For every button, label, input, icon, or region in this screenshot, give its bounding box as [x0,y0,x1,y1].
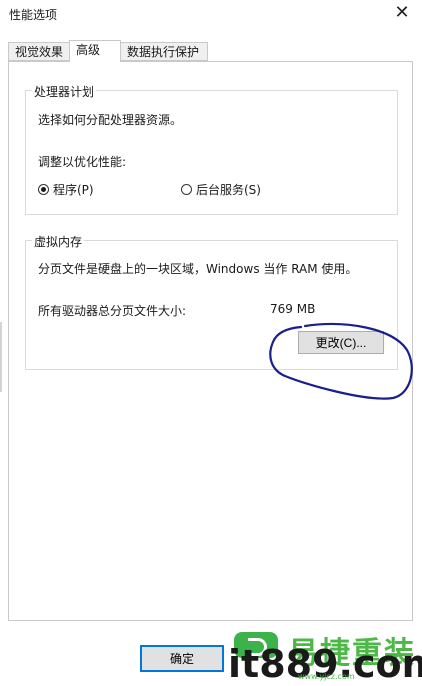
virtual-memory-description: 分页文件是硬盘上的一块区域，Windows 当作 RAM 使用。 [38,262,358,276]
processor-scheduling-group: 处理器计划 选择如何分配处理器资源。 调整以优化性能: 程序(P) 后台服务(S… [25,83,398,215]
total-paging-size-value: 769 MB [270,302,316,316]
watermark: 易捷重装 it889.com www.yjcz.com [228,628,422,686]
tab-visual-effects[interactable]: 视觉效果 [8,42,70,61]
radio-background-services-indicator [181,184,192,195]
window-title: 性能选项 [9,8,58,22]
radio-programs-label: 程序(P) [53,183,94,197]
left-edge-scrollbar [0,322,2,392]
processor-scheduling-legend: 处理器计划 [32,83,97,100]
radio-programs[interactable]: 程序(P) [38,181,94,198]
total-paging-size-label: 所有驱动器总分页文件大小: [38,304,187,318]
processor-description: 选择如何分配处理器资源。 [38,113,183,127]
radio-background-services-label: 后台服务(S) [196,183,261,197]
virtual-memory-legend: 虚拟内存 [32,233,85,250]
radio-background-services[interactable]: 后台服务(S) [181,181,261,198]
title-bar: 性能选项 ✕ [0,0,422,30]
performance-options-dialog: 性能选项 ✕ 视觉效果 高级 数据执行保护 处理器计划 选择如何分配处理器资源。… [0,0,422,686]
adjust-label: 调整以优化性能: [38,155,127,169]
change-button[interactable]: 更改(C)... [298,331,384,354]
virtual-memory-group: 虚拟内存 分页文件是硬盘上的一块区域，Windows 当作 RAM 使用。 所有… [25,233,398,370]
radio-programs-indicator [38,184,49,195]
watermark-url: www.yjcz.com [298,672,355,681]
tab-advanced[interactable]: 高级 [69,40,121,62]
ok-button[interactable]: 确定 [140,645,224,672]
tab-data-execution-prevention[interactable]: 数据执行保护 [120,42,208,61]
advanced-tab-panel: 处理器计划 选择如何分配处理器资源。 调整以优化性能: 程序(P) 后台服务(S… [8,61,413,621]
close-icon[interactable]: ✕ [390,2,414,26]
